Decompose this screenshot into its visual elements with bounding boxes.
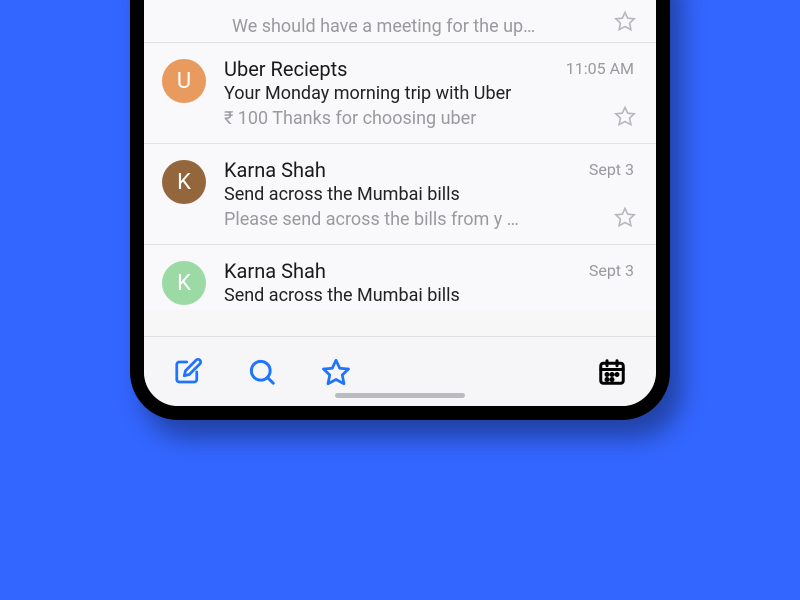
email-sender: Karna Shah bbox=[224, 259, 326, 283]
email-date: Sept 3 bbox=[589, 160, 634, 179]
avatar: K bbox=[162, 261, 206, 305]
avatar-letter: K bbox=[177, 271, 191, 296]
avatar-letter: K bbox=[177, 170, 191, 195]
email-subject: Your Monday morning trip with Uber bbox=[224, 83, 590, 104]
star-icon[interactable] bbox=[614, 105, 636, 127]
email-subject: Send across the Mumbai bills bbox=[224, 184, 590, 205]
phone-frame: We should have a meeting for the up… U U… bbox=[130, 0, 670, 420]
email-sender: Uber Reciepts bbox=[224, 57, 348, 81]
email-preview: ₹ 100 Thanks for choosing uber bbox=[224, 108, 590, 129]
email-row[interactable]: K Karna Shah Send across the Mumbai bill… bbox=[144, 143, 656, 244]
email-preview: Please send across the bills from y … bbox=[224, 209, 590, 230]
email-row-partial[interactable]: We should have a meeting for the up… bbox=[144, 14, 656, 42]
compose-icon[interactable] bbox=[172, 356, 204, 388]
search-icon[interactable] bbox=[246, 356, 278, 388]
calendar-icon[interactable] bbox=[596, 356, 628, 388]
email-date: 11:05 AM bbox=[566, 59, 634, 78]
email-content: Karna Shah Send across the Mumbai bills … bbox=[224, 158, 638, 230]
email-row[interactable]: U Uber Reciepts Your Monday morning trip… bbox=[144, 42, 656, 143]
email-list: We should have a meeting for the up… U U… bbox=[144, 0, 656, 310]
email-date: Sept 3 bbox=[589, 261, 634, 280]
star-icon[interactable] bbox=[320, 356, 352, 388]
email-subject: Send across the Mumbai bills bbox=[224, 285, 590, 306]
email-content: Karna Shah Send across the Mumbai bills bbox=[224, 259, 638, 306]
home-indicator[interactable] bbox=[335, 393, 465, 398]
email-preview: We should have a meeting for the up… bbox=[232, 16, 535, 37]
star-icon[interactable] bbox=[614, 10, 636, 32]
avatar-letter: U bbox=[177, 69, 191, 94]
email-row[interactable]: K Karna Shah Send across the Mumbai bill… bbox=[144, 244, 656, 310]
star-icon[interactable] bbox=[614, 206, 636, 228]
email-sender: Karna Shah bbox=[224, 158, 326, 182]
avatar: U bbox=[162, 59, 206, 103]
avatar: K bbox=[162, 160, 206, 204]
